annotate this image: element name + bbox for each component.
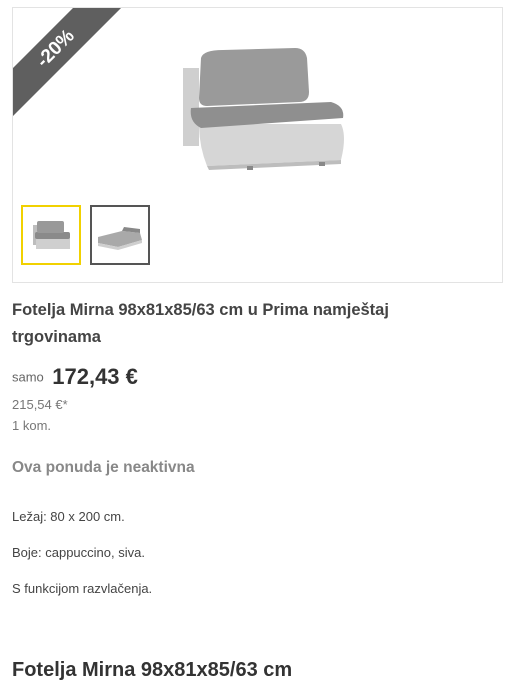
- product-title: Fotelja Mirna 98x81x85/63 cm u Prima nam…: [12, 301, 389, 346]
- feature-item: Boje: cappuccino, siva.: [12, 545, 145, 560]
- price-prefix: samo: [12, 369, 44, 385]
- armchair-image[interactable]: [163, 36, 363, 186]
- price-row: samo 172,43 €: [12, 364, 138, 390]
- feature-item: S funkcijom razvlačenja.: [12, 581, 153, 596]
- offer-status: Ova ponuda je neaktivna: [12, 459, 195, 476]
- old-price: 215,54 €*: [12, 397, 68, 412]
- thumbnail-armchair-bed[interactable]: [90, 205, 150, 265]
- section-heading: Fotelja Mirna 98x81x85/63 cm: [12, 659, 293, 681]
- feature-item: Ležaj: 80 x 200 cm.: [12, 509, 125, 524]
- discount-ribbon: -20%: [13, 8, 128, 123]
- current-price: 172,43 €: [52, 364, 138, 389]
- thumbnail-armchair[interactable]: [21, 205, 81, 265]
- discount-badge: -20%: [13, 8, 128, 122]
- quantity: 1 kom.: [12, 418, 52, 433]
- product-gallery: -20%: [12, 7, 503, 283]
